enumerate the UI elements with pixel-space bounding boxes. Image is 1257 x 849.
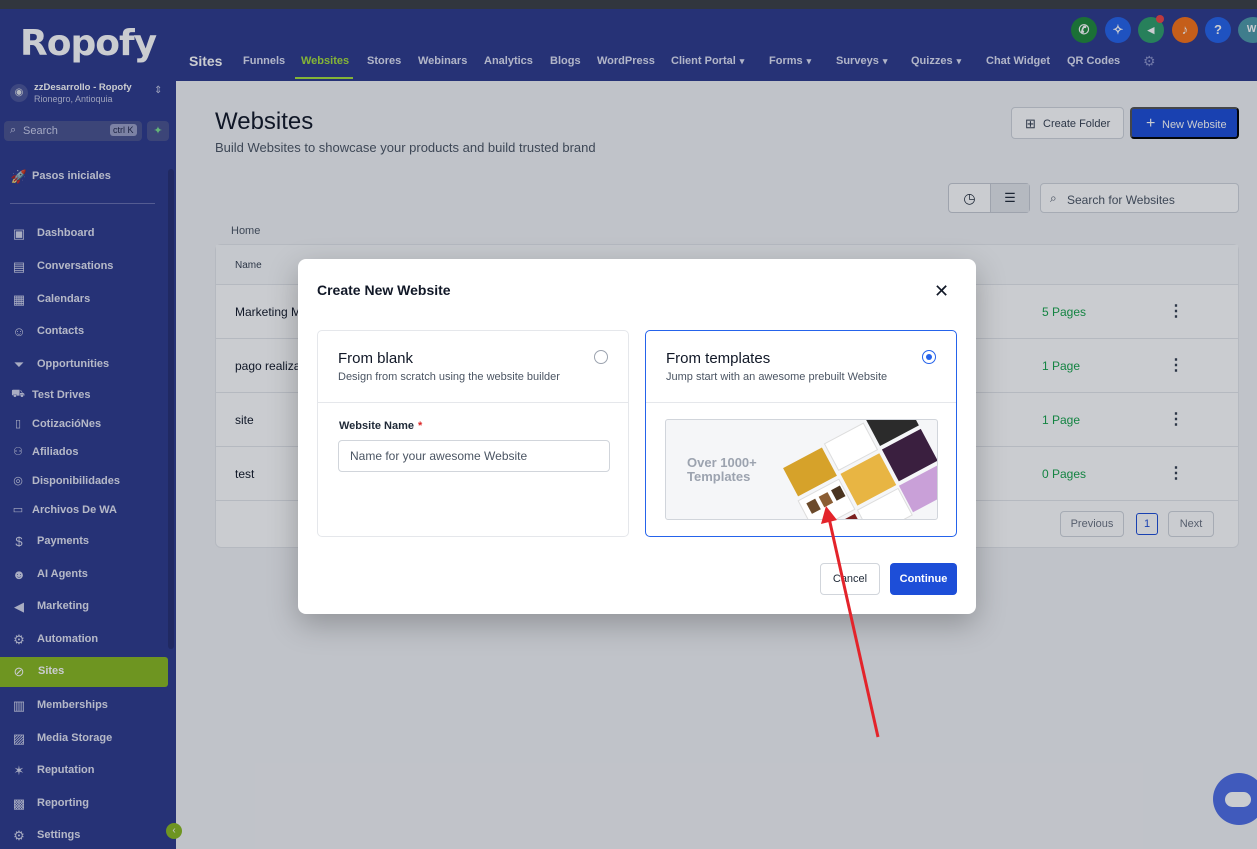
create-website-modal: Create New Website ✕ From blank Design f…	[298, 259, 976, 614]
modal-title: Create New Website	[317, 282, 451, 298]
close-icon[interactable]: ✕	[934, 281, 949, 302]
website-name-label: Website Name *	[339, 420, 422, 432]
from-blank-title: From blank	[338, 350, 414, 367]
from-templates-option[interactable]: From templates Jump start with an awesom…	[645, 330, 957, 537]
templates-preview-image[interactable]: Over 1000+ Templates	[665, 419, 938, 520]
from-blank-option[interactable]: From blank Design from scratch using the…	[317, 330, 629, 537]
from-templates-radio[interactable]	[922, 350, 936, 364]
from-blank-description: Design from scratch using the website bu…	[338, 371, 560, 383]
card-divider	[318, 402, 628, 403]
required-asterisk: *	[418, 420, 423, 432]
from-templates-description: Jump start with an awesome prebuilt Webs…	[666, 371, 888, 383]
continue-button[interactable]: Continue	[890, 563, 957, 595]
template-thumbnails-graphic	[783, 420, 937, 519]
website-name-input[interactable]	[338, 440, 610, 472]
from-templates-title: From templates	[666, 350, 771, 367]
card-divider	[646, 402, 956, 403]
from-blank-radio[interactable]	[594, 350, 608, 364]
website-name-label-text: Website Name	[339, 420, 414, 432]
cancel-button[interactable]: Cancel	[820, 563, 880, 595]
